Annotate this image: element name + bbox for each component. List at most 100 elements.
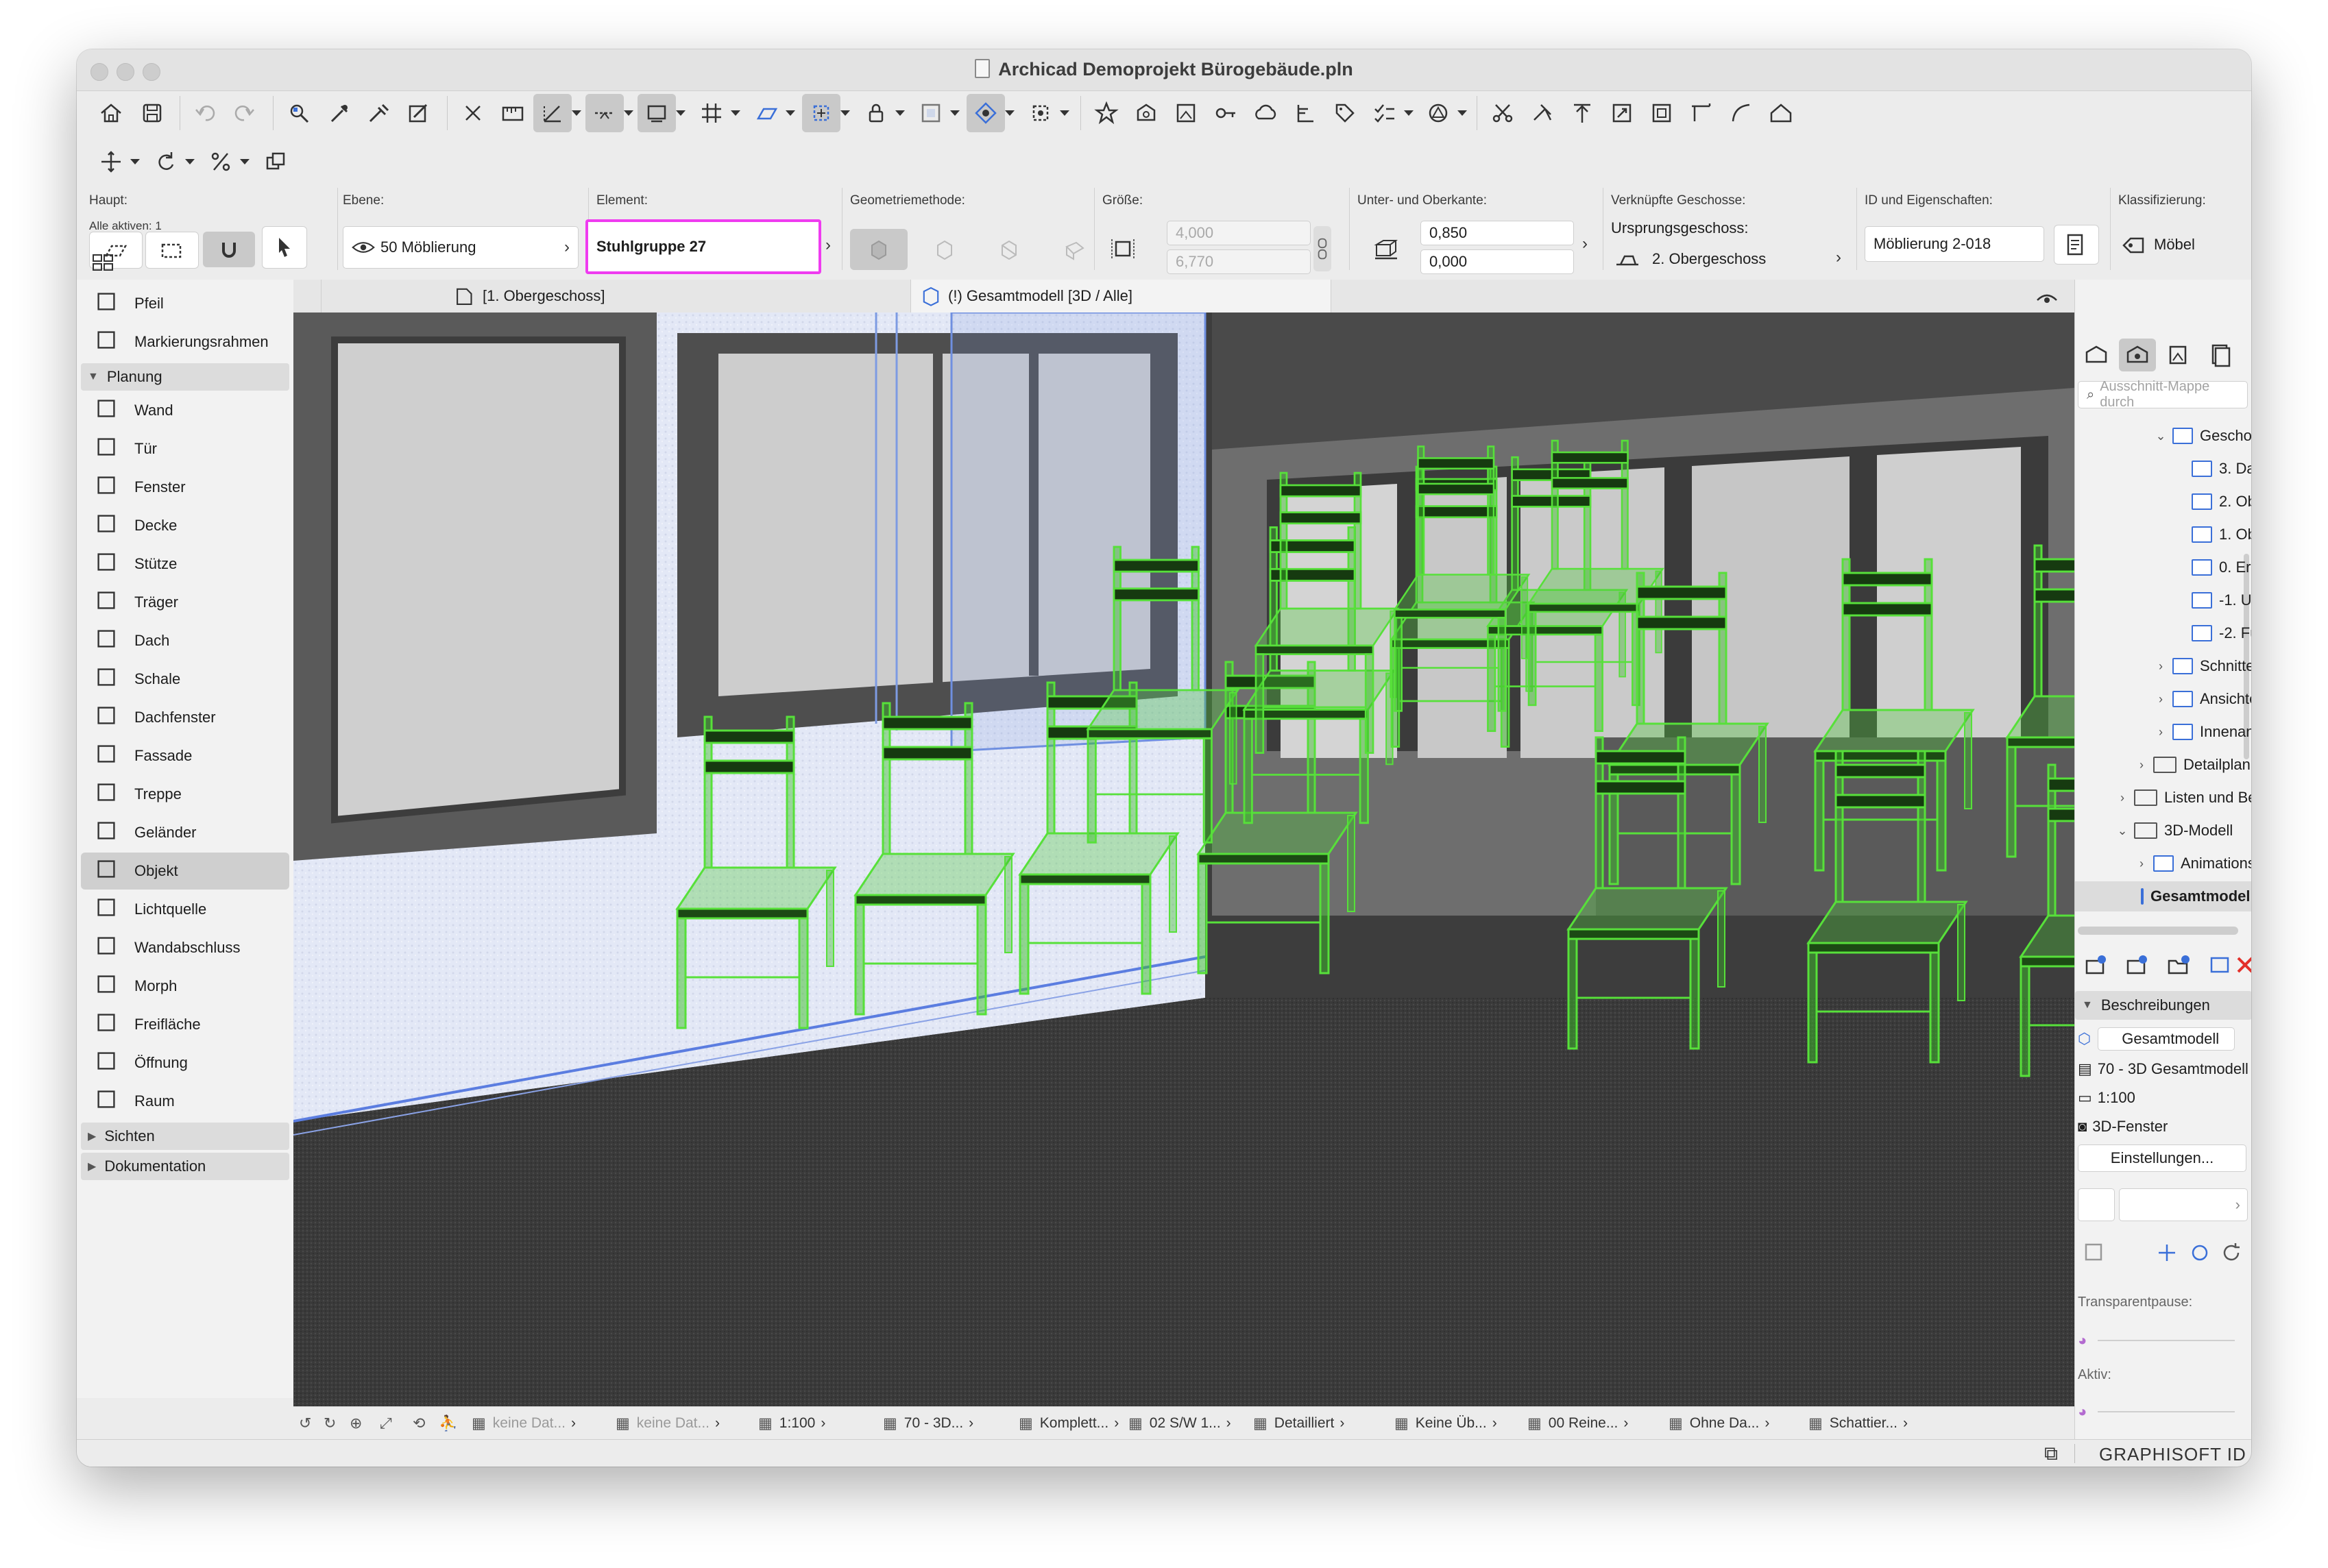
- tool-window[interactable]: Fenster: [81, 469, 289, 506]
- settings-button[interactable]: Einstellungen...: [2078, 1144, 2246, 1172]
- status-zoom[interactable]: ▦ keine Dat... ›: [472, 1407, 576, 1440]
- find-select-button[interactable]: [280, 94, 318, 132]
- stretch-button[interactable]: [1642, 94, 1681, 132]
- placeholder-selector[interactable]: ›: [2119, 1188, 2248, 1221]
- redo-view-button[interactable]: ↻: [324, 1407, 343, 1440]
- status-mvo[interactable]: ▦ Detailliert ›: [1253, 1407, 1344, 1440]
- arrow-tool-button[interactable]: [262, 226, 307, 269]
- tree-item[interactable]: 3. Dachaufs: [2174, 454, 2251, 484]
- curve-button[interactable]: [1722, 94, 1760, 132]
- tool-object[interactable]: Objekt: [81, 853, 289, 890]
- fillet-button[interactable]: [1682, 94, 1721, 132]
- snap-guides-dropdown[interactable]: [624, 94, 633, 132]
- tool-railing[interactable]: Geländer: [81, 814, 289, 851]
- id-field[interactable]: Möblierung 2-018: [1865, 226, 2044, 262]
- tool-curtain-wall[interactable]: Fassade: [81, 737, 289, 774]
- nav-action-4[interactable]: [2215, 1236, 2248, 1269]
- chain-link-button[interactable]: [1313, 226, 1331, 271]
- geometry-method-3[interactable]: [980, 229, 1038, 270]
- size-a-field[interactable]: 4,000: [1167, 221, 1311, 245]
- layer-selector[interactable]: 50 Möblierung ›: [343, 226, 579, 269]
- snap-point-button[interactable]: [454, 94, 492, 132]
- beschreibungen-header[interactable]: ▼ Beschreibungen: [2075, 991, 2251, 1020]
- navigator-search[interactable]: ⌕ Ausschnitt-Mappe durch: [2078, 379, 2248, 410]
- rotate-button[interactable]: [147, 143, 185, 181]
- tool-opening[interactable]: Öffnung: [81, 1044, 289, 1081]
- project-map-tab[interactable]: [2078, 339, 2115, 371]
- tool-skylight[interactable]: Dachfenster: [81, 699, 289, 736]
- tool-mesh[interactable]: Freifläche: [81, 1006, 289, 1043]
- tool-roof[interactable]: Dach: [81, 622, 289, 659]
- tree-item[interactable]: -2. Fundam: [2174, 618, 2251, 648]
- group-dropdown[interactable]: [950, 94, 960, 132]
- doku-group[interactable]: ▶ Dokumentation: [81, 1153, 289, 1180]
- graphisoft-id-button[interactable]: GRAPHISOFT ID: [2099, 1444, 2246, 1465]
- percent-dropdown[interactable]: [240, 143, 250, 181]
- status-layer-combo[interactable]: ▦ 70 - 3D... ›: [883, 1407, 973, 1440]
- windows-icon[interactable]: ⧉: [2044, 1443, 2058, 1465]
- geometry-method-1[interactable]: [850, 229, 908, 270]
- tool-morph[interactable]: Morph: [81, 968, 289, 1005]
- status-structure[interactable]: ▦ Komplett... ›: [1019, 1407, 1119, 1440]
- cloud-key-button[interactable]: [1207, 94, 1245, 132]
- teamwork-button[interactable]: [1246, 94, 1285, 132]
- layout-scale-button[interactable]: [494, 94, 532, 132]
- new-view-button[interactable]: [2078, 948, 2115, 981]
- tab-3d-model[interactable]: (!) Gesamtmodell [3D / Alle]: [910, 280, 1331, 313]
- tree-item[interactable]: Gesamtmodell: [2075, 881, 2251, 911]
- publisher-tab[interactable]: [2201, 339, 2238, 371]
- guide-lines-button[interactable]: [533, 94, 572, 132]
- size-b-field[interactable]: 6,770: [1167, 249, 1311, 274]
- resize-button[interactable]: [1603, 94, 1641, 132]
- layout-placeholder-field[interactable]: [2078, 1188, 2115, 1221]
- group-button[interactable]: [912, 94, 950, 132]
- layout-book-tab[interactable]: [2160, 339, 2197, 371]
- active-slider-row[interactable]: ◕: [2078, 1397, 2235, 1427]
- transform-dropdown[interactable]: [1060, 94, 1069, 132]
- marquee-method-button[interactable]: [145, 232, 199, 269]
- save-button[interactable]: [133, 94, 171, 132]
- check-button[interactable]: [1366, 94, 1404, 132]
- suspend-groups-button[interactable]: [967, 94, 1005, 132]
- tool-beam[interactable]: Träger: [81, 584, 289, 621]
- redo-button[interactable]: [225, 94, 263, 132]
- guide-lines-dropdown[interactable]: [572, 94, 581, 132]
- tree-item[interactable]: 2. Oberges: [2174, 487, 2251, 517]
- status-dimension[interactable]: ▦ Ohne Da... ›: [1669, 1407, 1769, 1440]
- tree-item[interactable]: › Schnitte: [2155, 651, 2251, 681]
- tool-lamp[interactable]: Lichtquelle: [81, 891, 289, 928]
- tool-stair[interactable]: Treppe: [81, 776, 289, 813]
- nav-action-2[interactable]: [2150, 1236, 2183, 1269]
- view-map-button[interactable]: [1127, 94, 1165, 132]
- check-dropdown[interactable]: [1404, 94, 1414, 132]
- element-transform-button[interactable]: [1021, 94, 1060, 132]
- tool-wall-end[interactable]: Wandabschluss: [81, 929, 289, 966]
- home-button[interactable]: [92, 94, 130, 132]
- percent-button[interactable]: [202, 143, 240, 181]
- undo-view-button[interactable]: ↺: [299, 1407, 318, 1440]
- geometry-method-2[interactable]: [916, 229, 973, 270]
- tool-column[interactable]: Stütze: [81, 546, 289, 583]
- trim-button[interactable]: [1483, 94, 1522, 132]
- home-story-selector[interactable]: 2. Obergeschoss: [1605, 245, 1839, 273]
- tree-item[interactable]: › Innenansichte: [2155, 717, 2251, 747]
- zoom-in-button[interactable]: ⊕: [350, 1407, 369, 1440]
- elevate-button[interactable]: [1563, 94, 1601, 132]
- schedule-button[interactable]: [1286, 94, 1324, 132]
- 3d-navigation-button[interactable]: [2021, 280, 2073, 313]
- tool-marquee[interactable]: Markierungsrahmen: [81, 323, 289, 360]
- roof-trim-button[interactable]: [1762, 94, 1800, 132]
- element-id-field[interactable]: Stuhlgruppe 27: [585, 219, 821, 274]
- 3d-viewport[interactable]: [293, 313, 2074, 1414]
- status-renovation[interactable]: ▦ 00 Reine... ›: [1527, 1407, 1628, 1440]
- horizontal-scrollbar[interactable]: [2078, 927, 2238, 935]
- delete-view-button[interactable]: [2231, 948, 2251, 981]
- walk-button[interactable]: ⛹: [439, 1407, 464, 1440]
- bottom-elevation-field[interactable]: 0,000: [1420, 249, 1574, 274]
- property-tag-button[interactable]: [1326, 94, 1364, 132]
- properties-button[interactable]: [2054, 225, 2099, 265]
- edit-plane-button[interactable]: [747, 94, 786, 132]
- transparent-slider-row[interactable]: ◕: [2078, 1325, 2235, 1356]
- tool-zone[interactable]: Raum: [81, 1083, 289, 1120]
- status-3d-style[interactable]: ▦ Schattier... ›: [1808, 1407, 1908, 1440]
